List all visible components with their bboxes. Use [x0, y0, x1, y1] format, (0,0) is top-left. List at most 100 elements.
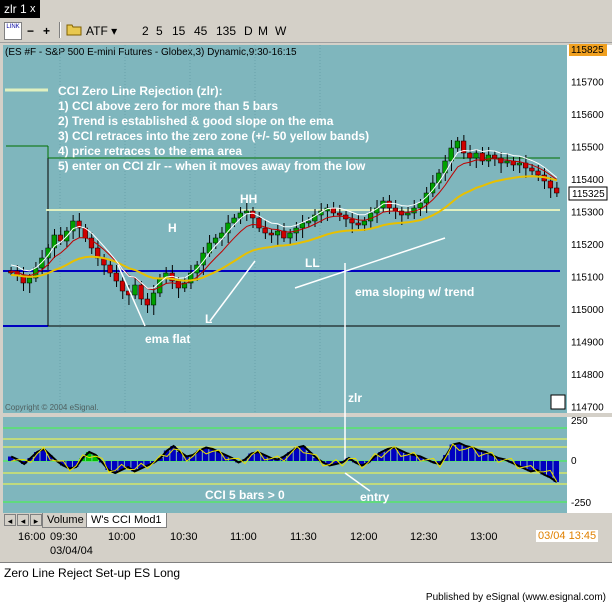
time-label: 10:30 — [170, 531, 198, 543]
candle-body — [256, 217, 262, 229]
candle-body — [492, 154, 498, 159]
plus-icon[interactable]: + — [43, 22, 50, 40]
candle-body — [367, 212, 374, 222]
link-icon[interactable]: LINK — [4, 22, 22, 40]
note-rule-1: 1) CCI above zero for more than 5 bars — [58, 99, 278, 113]
tab-cci[interactable]: W's CCI Mod1 — [86, 513, 167, 528]
cci-bar — [456, 443, 462, 461]
price-tick-label: 114800 — [571, 370, 604, 381]
notes-title: CCI Zero Line Rejection (zlr): — [58, 84, 223, 98]
tab-volume[interactable]: Volume — [42, 513, 89, 528]
candle-body — [485, 154, 492, 162]
label-ll: LL — [305, 256, 320, 270]
symbol-dropdown[interactable]: ATF ▾ — [86, 22, 117, 40]
toolbar: LINK − + ATF ▾ 2 5 15 45 135 D M W — [0, 19, 612, 43]
nav-prev-icon[interactable]: ◂ — [17, 514, 29, 526]
cci-pane[interactable] — [3, 417, 567, 513]
candle-body — [330, 207, 336, 214]
minus-icon[interactable]: − — [27, 22, 34, 40]
footer-title: Zero Line Reject Set-up ES Long — [4, 566, 181, 580]
candle-body — [132, 284, 138, 296]
price-tick-label: 115100 — [571, 273, 604, 284]
candle-body — [386, 200, 392, 209]
time-label: 10:00 — [108, 531, 136, 543]
label-cci-5-bars: CCI 5 bars > 0 — [205, 488, 285, 502]
copyright: Copyright © 2004 eSignal. — [5, 403, 99, 412]
candle-body — [392, 207, 398, 212]
candle-body — [547, 180, 554, 189]
folder-icon[interactable] — [66, 22, 82, 40]
link-label: LINK — [6, 24, 20, 30]
candle-body — [212, 237, 219, 244]
pane-tabs: ◂ ◂ ▸ Volume W's CCI Mod1 — [0, 513, 612, 528]
candle-body — [231, 217, 237, 224]
candle-body — [535, 170, 541, 176]
interval-5[interactable]: 5 — [156, 22, 163, 40]
cci-tick-label: -250 — [571, 498, 591, 509]
time-label: 11:30 — [290, 531, 317, 543]
close-icon[interactable]: x — [30, 0, 36, 18]
candle-body — [355, 222, 361, 226]
nav-next-icon[interactable]: ▸ — [30, 514, 42, 526]
nav-first-icon[interactable]: ◂ — [4, 514, 16, 526]
interval-2[interactable]: 2 — [142, 22, 149, 40]
price-tick-label: 114900 — [571, 338, 604, 349]
candle-body — [554, 187, 560, 194]
cci-bar — [547, 461, 553, 478]
candle-body — [138, 284, 144, 300]
price-tick-label: 115500 — [571, 143, 604, 154]
price-tick-label: 115825 — [571, 45, 604, 56]
scroll-right-icon[interactable] — [550, 394, 566, 410]
time-label: 13:00 — [470, 531, 498, 543]
candle-body — [516, 162, 523, 166]
interval-daily[interactable]: D — [244, 22, 253, 40]
interval-45[interactable]: 45 — [194, 22, 207, 40]
candle-body — [349, 218, 355, 224]
label-ema-flat: ema flat — [145, 332, 190, 346]
cci-bar — [391, 447, 397, 461]
current-price: 115325 — [572, 189, 605, 200]
note-rule-4: 4) price retraces to the ema area — [58, 144, 242, 158]
price-tick-label: 115300 — [571, 208, 604, 219]
price-tick-label: 115700 — [571, 78, 604, 89]
label-hh: HH — [240, 192, 257, 206]
candle-body — [467, 152, 473, 159]
candle-body — [454, 140, 461, 149]
label-h: H — [168, 221, 177, 235]
candle-body — [274, 230, 281, 236]
time-label: 11:00 — [230, 531, 257, 543]
interval-15[interactable]: 15 — [172, 22, 185, 40]
title-bar: zlr 1 x — [0, 0, 612, 18]
time-label: 09:30 — [50, 531, 78, 543]
cursor-time: 03/04 13:45 — [536, 530, 599, 542]
time-label: 12:30 — [410, 531, 438, 543]
price-tick-label: 115600 — [571, 110, 604, 121]
interval-135[interactable]: 135 — [216, 22, 236, 40]
date-label: 03/04/04 — [50, 545, 93, 557]
interval-monthly[interactable]: M — [258, 22, 268, 40]
candle-body — [243, 210, 250, 214]
candle-body — [529, 167, 535, 172]
footer: Zero Line Reject Set-up ES Long Publishe… — [0, 562, 612, 605]
candle-body — [498, 157, 504, 164]
chart-canvas[interactable]: (ES #F - S&P 500 E-mini Futures - Globex… — [0, 43, 612, 513]
cci-bar — [124, 461, 131, 467]
candle-body — [250, 210, 256, 219]
candle-body — [504, 160, 510, 164]
time-label: 12:00 — [350, 531, 378, 543]
chart-area[interactable]: (ES #F - S&P 500 E-mini Futures - Globex… — [0, 43, 612, 548]
price-tick-label: 115000 — [571, 305, 604, 316]
note-rule-2: 2) Trend is established & good slope on … — [58, 114, 334, 128]
note-rule-3: 3) CCI retraces into the zero zone (+/- … — [58, 129, 369, 143]
interval-weekly[interactable]: W — [275, 22, 286, 40]
price-tick-label: 115200 — [571, 240, 604, 251]
candle-body — [473, 152, 479, 159]
chart-header: (ES #F - S&P 500 E-mini Futures - Globex… — [5, 47, 297, 58]
candle-body — [361, 220, 367, 226]
cci-tick-label: 250 — [571, 416, 588, 427]
candle-body — [144, 298, 150, 306]
esignal-window: zlr 1 x LINK − + ATF ▾ 2 5 15 45 135 D M… — [0, 0, 612, 605]
symbol-value: ATF — [86, 24, 108, 38]
candle-body — [305, 220, 312, 224]
candle-body — [417, 202, 423, 209]
